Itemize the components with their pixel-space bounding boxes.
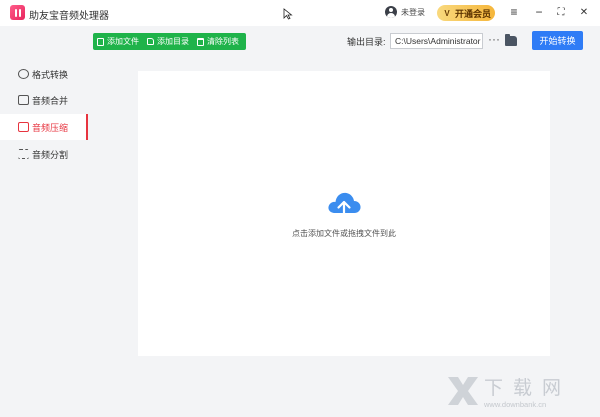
- watermark-url: www.downbank.cn: [484, 400, 547, 409]
- user-icon: [385, 6, 397, 18]
- audio-split-icon: [18, 149, 29, 159]
- more-options-button[interactable]: ···: [488, 33, 500, 49]
- clear-list-label: 清除列表: [207, 37, 239, 46]
- app-title: 助友宝音频处理器: [29, 11, 109, 22]
- login-button[interactable]: 未登录: [385, 6, 425, 18]
- watermark-logo-icon: [448, 377, 478, 405]
- output-dir-input[interactable]: C:\Users\Administrator: [390, 33, 483, 49]
- login-label: 未登录: [401, 7, 425, 17]
- file-toolbar: 添加文件 添加目录 清除列表: [93, 33, 246, 50]
- clear-list-button[interactable]: 清除列表: [193, 33, 243, 50]
- sidebar-item-audio-merge[interactable]: 音频合并: [0, 87, 88, 113]
- start-convert-button[interactable]: 开始转换: [532, 31, 583, 50]
- open-folder-icon[interactable]: [505, 34, 517, 46]
- sidebar-item-audio-compress[interactable]: 音频压缩: [0, 114, 88, 140]
- watermark-text: 下载网: [484, 377, 572, 399]
- add-file-button[interactable]: 添加文件: [93, 33, 143, 50]
- sidebar-item-label: 音频压缩: [32, 122, 69, 133]
- cloud-upload-icon: [328, 192, 361, 220]
- minimize-icon[interactable]: −: [532, 5, 546, 19]
- sidebar-item-audio-split[interactable]: 音频分割: [0, 141, 88, 167]
- sidebar-item-label: 音频合并: [32, 95, 69, 106]
- audio-merge-icon: [18, 95, 29, 105]
- audio-compress-icon: [18, 122, 29, 132]
- vip-crown-icon: V: [444, 8, 450, 18]
- folder-icon: [147, 38, 154, 45]
- add-file-label: 添加文件: [107, 37, 139, 46]
- output-dir-label: 输出目录:: [347, 37, 386, 47]
- file-drop-zone[interactable]: 点击添加文件或拖拽文件到此: [138, 71, 550, 356]
- sidebar-item-format-convert[interactable]: 格式转换: [0, 61, 88, 87]
- vip-label: 开通会员: [455, 8, 492, 19]
- app-logo-icon: [10, 5, 25, 20]
- sidebar: 格式转换 音频合并 音频压缩 音频分割: [0, 26, 88, 417]
- format-convert-icon: [18, 69, 29, 79]
- sidebar-item-label: 音频分割: [32, 149, 69, 160]
- menu-icon[interactable]: ≡: [507, 5, 521, 19]
- trash-icon: [197, 37, 204, 46]
- vip-button[interactable]: V 开通会员: [437, 5, 495, 21]
- file-icon: [97, 37, 104, 46]
- maximize-icon[interactable]: ⛶: [554, 5, 568, 19]
- mouse-cursor-icon: [283, 8, 293, 20]
- add-folder-label: 添加目录: [157, 37, 189, 46]
- title-bar: 助友宝音频处理器 未登录 V 开通会员 ≡ − ⛶ ✕: [0, 0, 600, 26]
- add-folder-button[interactable]: 添加目录: [143, 33, 193, 50]
- sidebar-item-label: 格式转换: [32, 69, 69, 80]
- close-icon[interactable]: ✕: [577, 5, 591, 19]
- drop-hint: 点击添加文件或拖拽文件到此: [292, 229, 396, 238]
